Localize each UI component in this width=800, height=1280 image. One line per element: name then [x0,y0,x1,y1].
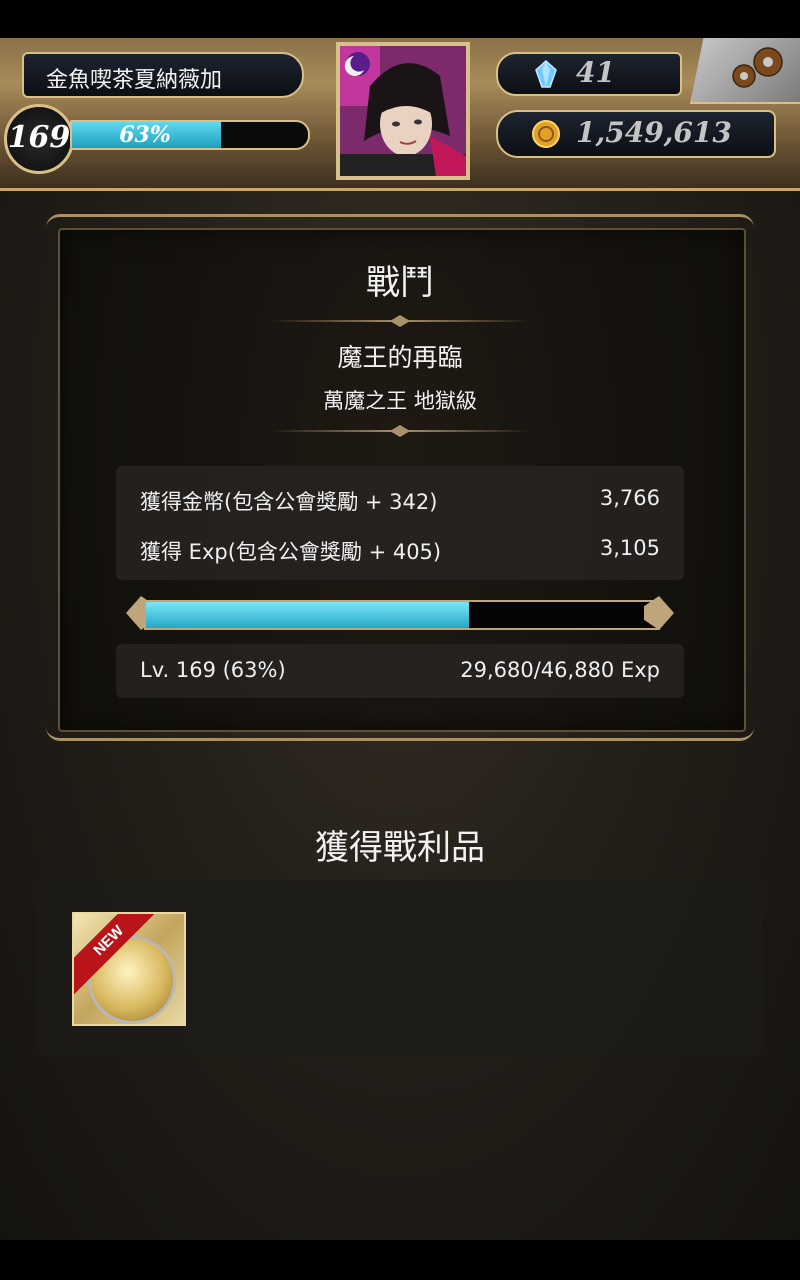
exp-progress-fill [146,602,469,628]
battle-heading: 戰鬥 [366,263,434,303]
player-name: 金魚喫茶夏納薇加 [46,68,223,93]
level-status: Lv. 169 (63%) [140,658,286,682]
top-hud: 金魚喫茶夏納薇加 169 63% 41 1,549,613 [0,38,800,191]
player-xp-bar: 63% [70,120,310,150]
exp-reward-value: 3,105 [599,536,660,560]
reward-summary: 獲得金幣(包含公會獎勵 + 342) 3,766 獲得 Exp(包含公會獎勵 +… [116,466,684,580]
exp-progress-track [144,600,660,630]
exp-progress-bar [126,596,674,630]
avatar-portrait-icon [340,46,466,176]
quest-subtitle: 萬魔之王 地獄級 [323,389,477,413]
ornament-divider [270,320,530,322]
settings-button[interactable] [690,38,800,104]
exp-progress-text: 29,680/46,880 Exp [460,658,660,682]
level-status-box: Lv. 169 (63%) 29,680/46,880 Exp [116,644,684,698]
gem-counter[interactable]: 41 [496,52,682,96]
crystal-gem-icon [535,60,557,88]
gold-reward-value: 3,766 [599,486,660,510]
exp-reward-label: 獲得 Exp(包含公會獎勵 + 405) [140,540,442,564]
gem-count: 41 [576,56,615,89]
player-name-panel[interactable]: 金魚喫茶夏納薇加 [22,52,304,98]
gold-count: 1,549,613 [576,116,732,149]
loot-item[interactable]: NEW [72,912,186,1026]
player-avatar[interactable] [336,42,470,180]
gold-reward-label: 獲得金幣(包含公會獎勵 + 342) [140,490,438,514]
gold-counter[interactable]: 1,549,613 [496,110,776,158]
player-xp-percent: 63% [119,122,171,148]
status-bar [0,0,800,38]
loot-heading: 獲得戰利品 [315,828,485,868]
player-level-badge: 169 [4,104,74,174]
panel-ornament-bottom [46,718,754,741]
loot-list: NEW [38,880,762,1056]
quest-title: 魔王的再臨 [337,343,463,372]
ornament-divider [270,430,530,432]
gold-coin-icon [532,120,560,148]
system-nav-bar [0,1240,800,1280]
gear-icon [732,47,783,88]
